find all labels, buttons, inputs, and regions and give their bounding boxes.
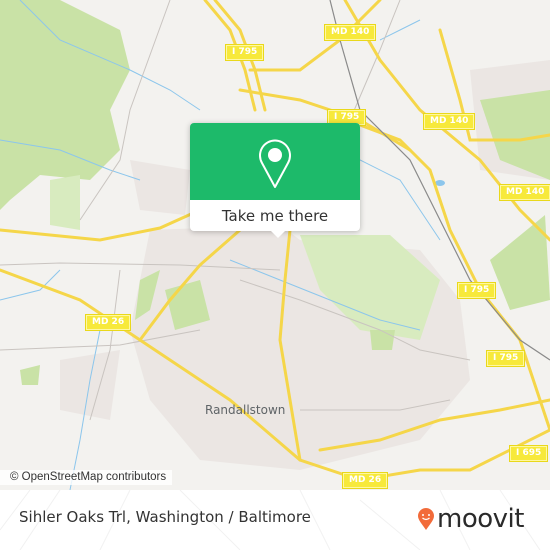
brand-name: moovit <box>437 504 524 534</box>
road-shield: I 795 <box>485 350 526 367</box>
moovit-smiley-pin-icon <box>418 508 434 530</box>
road-shield: MD 140 <box>323 24 377 41</box>
popup-header <box>190 123 360 200</box>
location-popup: Take me there <box>190 123 360 238</box>
road-shield: MD 26 <box>84 314 132 331</box>
map-canvas[interactable]: MD 140 I 795 I 795 MD 140 MD 140 I 795 I… <box>0 0 550 490</box>
location-title: Sihler Oaks Trl, Washington / Baltimore <box>19 508 311 526</box>
road-shield: I 795 <box>224 44 265 61</box>
popup-pointer <box>271 231 285 238</box>
map-attribution[interactable]: © OpenStreetMap contributors <box>0 470 173 485</box>
take-me-there-button[interactable]: Take me there <box>190 200 360 231</box>
residential-areas <box>60 60 550 470</box>
road-shield: I 695 <box>508 445 549 462</box>
moovit-logo[interactable]: moovit <box>417 504 524 534</box>
road-shield: I 795 <box>456 282 497 299</box>
road-shield: MD 26 <box>341 472 389 489</box>
footer-bar: Sihler Oaks Trl, Washington / Baltimore … <box>0 490 550 550</box>
road-shield: MD 140 <box>498 184 550 201</box>
road-shield: MD 140 <box>422 113 476 130</box>
map-pin-icon <box>259 139 291 188</box>
place-label: Randallstown <box>205 403 286 417</box>
